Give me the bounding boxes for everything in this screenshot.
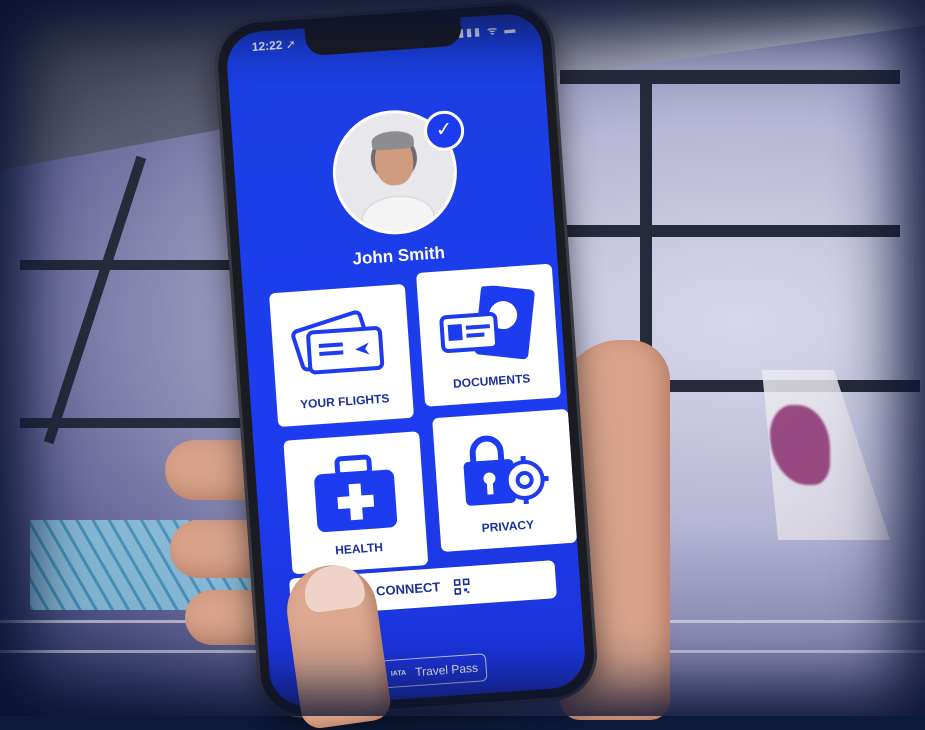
medical-kit-icon bbox=[314, 454, 398, 533]
health-label: HEALTH bbox=[334, 540, 384, 558]
status-icons: ▮▮▮ ᯤ ▬ bbox=[457, 23, 518, 40]
passport-id-icon bbox=[439, 284, 535, 360]
window-frame-diagonal bbox=[43, 155, 147, 445]
smartphone: 12:22 ➚ ▮▮▮ ᯤ ▬ ✓ John Smith YOUR FLIGHT… bbox=[211, 0, 601, 722]
boarding-pass-icon bbox=[291, 310, 385, 375]
privacy-label: PRIVACY bbox=[481, 517, 535, 536]
your-flights-tile[interactable]: YOUR FLIGHTS bbox=[269, 283, 415, 428]
avatar-shirt bbox=[359, 192, 437, 239]
avatar-hair bbox=[371, 129, 415, 151]
window-frame-horizontal bbox=[560, 225, 900, 237]
health-tile[interactable]: HEALTH bbox=[283, 431, 429, 575]
status-time: 12:22 ➚ bbox=[251, 36, 297, 54]
your-flights-label: YOUR FLIGHTS bbox=[299, 391, 390, 412]
window-frame-horizontal bbox=[20, 260, 240, 270]
qr-code-icon bbox=[453, 577, 470, 595]
connect-label: CONNECT bbox=[375, 579, 441, 599]
iata-logo-text: IATA bbox=[390, 669, 407, 678]
window-frame-horizontal bbox=[560, 70, 900, 84]
documents-label: DOCUMENTS bbox=[452, 371, 531, 391]
travel-pass-text: Travel Pass bbox=[414, 660, 479, 680]
iata-travel-pass-logo: IATA Travel Pass bbox=[380, 653, 488, 689]
documents-tile[interactable]: DOCUMENTS bbox=[415, 263, 561, 407]
lock-gear-icon bbox=[463, 435, 549, 506]
app-screen: 12:22 ➚ ▮▮▮ ᯤ ▬ ✓ John Smith YOUR FLIGHT… bbox=[224, 11, 588, 709]
privacy-tile[interactable]: PRIVACY bbox=[432, 408, 578, 552]
